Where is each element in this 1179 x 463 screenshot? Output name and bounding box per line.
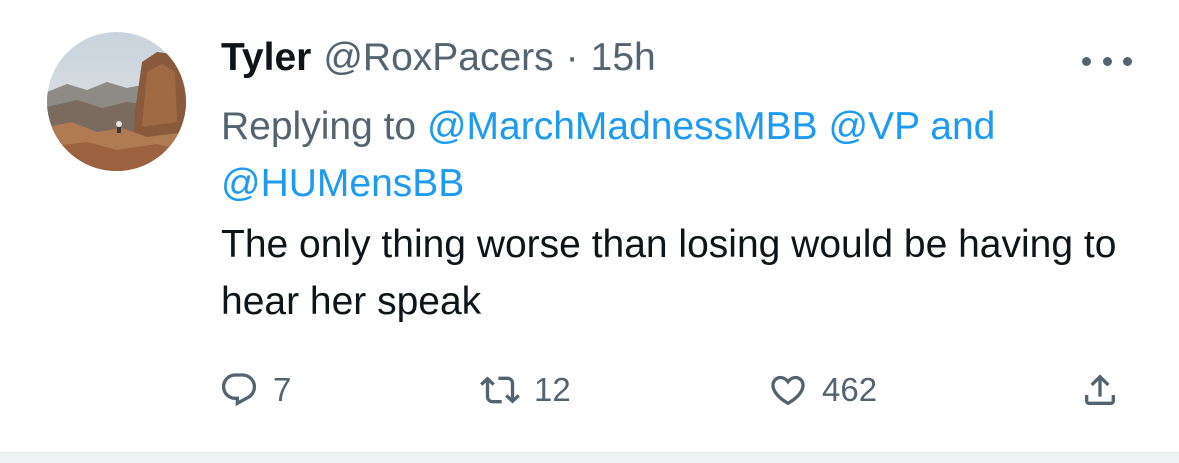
retweet-count: 12	[534, 371, 571, 408]
like-count: 462	[822, 371, 878, 408]
more-horizontal-icon-dot	[1102, 56, 1112, 66]
share-button[interactable]	[1080, 360, 1120, 420]
tweet-text: The only thing worse than losing would b…	[221, 223, 1117, 323]
mention-link[interactable]: @MarchMadnessMBB	[427, 105, 818, 148]
tweet-actions: 7 12 462	[0, 360, 1179, 420]
avatar[interactable]	[47, 32, 186, 171]
mention-joiner[interactable]: and	[930, 105, 995, 148]
author-handle[interactable]: @RoxPacers	[323, 36, 553, 80]
retweet-icon	[480, 376, 520, 404]
author-name[interactable]: Tyler	[221, 36, 311, 80]
tweet-timestamp[interactable]: 15h	[591, 36, 656, 80]
more-options-button[interactable]	[1082, 46, 1132, 76]
reply-count: 7	[273, 371, 292, 408]
share-upload-icon	[1085, 374, 1115, 405]
mention-link[interactable]: @VP	[829, 105, 920, 148]
like-button[interactable]: 462	[768, 360, 877, 420]
avatar-image	[47, 32, 186, 171]
more-horizontal-icon-dot	[1123, 56, 1132, 66]
reply-button[interactable]: 7	[219, 360, 291, 420]
tweet-card[interactable]: Tyler @RoxPacers · 15h Replying to @Marc…	[0, 0, 1179, 452]
header-separator: ·	[565, 36, 579, 79]
heart-icon	[771, 375, 805, 406]
tweet-header: Tyler @RoxPacers · 15h	[221, 36, 656, 86]
replying-to-label: Replying to	[221, 105, 417, 148]
feed-divider	[0, 452, 1179, 463]
retweet-button[interactable]: 12	[480, 360, 571, 420]
replying-to: Replying to @MarchMadnessMBB @VP and @HU…	[221, 98, 1121, 212]
more-horizontal-icon	[1082, 56, 1091, 66]
mention-link[interactable]: @HUMensBB	[221, 162, 464, 205]
reply-bubble-icon	[221, 373, 257, 407]
